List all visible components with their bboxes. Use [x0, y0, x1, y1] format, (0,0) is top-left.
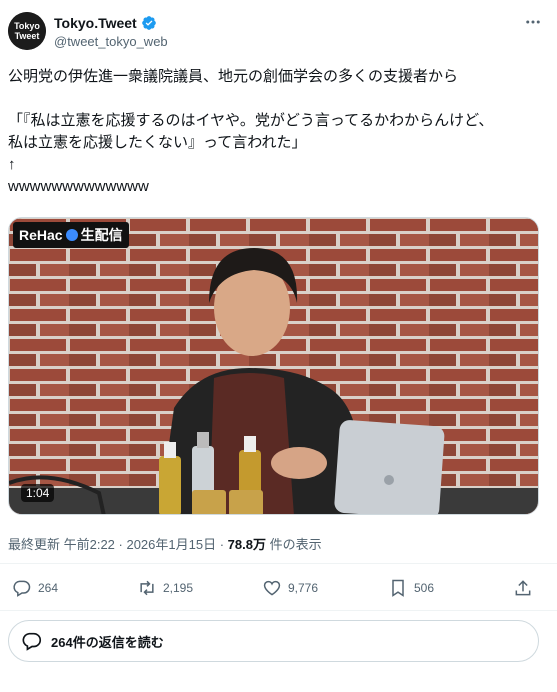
author-name-row: Tokyo.Tweet	[54, 14, 157, 32]
badge-suffix: 生配信	[80, 227, 123, 243]
share-icon	[515, 580, 531, 596]
timestamp[interactable]: 最終更新 午前2:22 · 2026年1月15日 ·	[8, 537, 228, 552]
reply-icon	[22, 632, 42, 651]
tweet-line: 私は立憲を応援したくない』って言われた」	[8, 134, 307, 151]
verified-badge-icon	[141, 16, 156, 30]
avatar-text-line2: Tweet	[15, 31, 40, 41]
display-name[interactable]: Tokyo.Tweet	[54, 15, 137, 31]
video-thumbnail	[9, 218, 538, 514]
bookmark-button[interactable]: 506	[388, 578, 434, 598]
tweet-line: ↑	[8, 156, 16, 173]
heart-icon	[263, 580, 281, 596]
tweet-line: 公明党の伊佐進一衆議院議員、地元の創価学会の多くの支援者から	[8, 68, 459, 85]
retweet-button[interactable]: 2,195	[137, 578, 193, 598]
reply-icon	[13, 580, 31, 597]
views-count: 78.8万	[227, 537, 266, 552]
retweet-count: 2,195	[163, 581, 194, 595]
share-button[interactable]	[513, 578, 533, 598]
video-duration: 1:04	[21, 484, 55, 502]
tweet-card: Tokyo Tweet Tokyo.Tweet @tweet_tokyo_web…	[0, 0, 557, 692]
avatar[interactable]: Tokyo Tweet	[8, 12, 46, 50]
channel-badge: ReHac 生配信	[13, 222, 129, 248]
tweet-line: wwwwwwwwwwwww	[8, 178, 149, 195]
read-replies-button[interactable]: 264件の返信を読む	[8, 620, 539, 662]
read-replies-label: 264件の返信を読む	[51, 634, 164, 650]
divider	[0, 610, 557, 611]
more-options-icon[interactable]	[523, 12, 543, 32]
tweet-line: 「『私は立憲を応援するのはイヤや。党がどう言ってるかわからんけど、	[8, 112, 494, 129]
retweet-icon	[140, 580, 154, 596]
video-player[interactable]: ReHac 生配信 1:04	[8, 217, 539, 515]
bookmark-icon	[392, 579, 404, 597]
divider	[0, 563, 557, 564]
like-button[interactable]: 9,776	[262, 578, 318, 598]
reply-count: 264	[38, 581, 59, 595]
badge-text: ReHac	[19, 227, 63, 243]
tweet-text: 公明党の伊佐進一衆議院議員、地元の創価学会の多くの支援者から 「『私は立憲を応援…	[8, 66, 544, 198]
bookmark-count: 506	[414, 581, 435, 595]
handle[interactable]: @tweet_tokyo_web	[54, 34, 168, 49]
tweet-metadata: 最終更新 午前2:22 · 2026年1月15日 · 78.8万 件の表示	[8, 534, 322, 553]
like-count: 9,776	[288, 581, 319, 595]
views-label: 件の表示	[265, 537, 322, 552]
reply-button[interactable]: 264	[12, 578, 58, 598]
badge-logo-icon	[65, 229, 78, 241]
action-bar: 264 2,195 9,776 506	[0, 572, 557, 608]
avatar-logo-icon: Tokyo Tweet	[8, 12, 46, 50]
avatar-text-line1: Tokyo	[14, 21, 40, 31]
